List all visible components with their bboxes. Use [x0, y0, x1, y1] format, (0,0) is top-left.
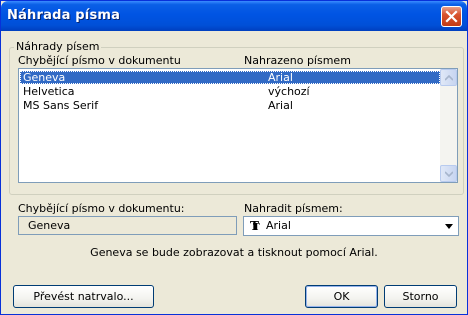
dropdown-button[interactable]	[441, 218, 457, 234]
missing-font-label: Chybějící písmo v dokumentu:	[18, 202, 185, 215]
ok-button[interactable]: OK	[305, 285, 378, 308]
list-item[interactable]: MS Sans Serif Arial	[20, 99, 440, 112]
close-button[interactable]	[441, 6, 462, 27]
font-substitution-dialog: Náhrada písma Náhrady písem Chybějící pí…	[0, 0, 468, 315]
status-text: Geneva se bude zobrazovat a tisknout pom…	[90, 246, 378, 259]
chevron-up-icon	[445, 75, 453, 81]
close-icon	[445, 10, 458, 23]
substitution-list[interactable]: Geneva Arial Helvetica výchozí MS Sans S…	[18, 68, 458, 183]
replace-font-label: Nahradit písmem:	[244, 202, 343, 215]
replacement-font-select[interactable]: T T Arial	[243, 216, 459, 236]
scroll-down-button[interactable]	[440, 165, 457, 182]
missing-font: MS Sans Serif	[23, 99, 99, 112]
missing-font: Geneva	[23, 71, 66, 84]
list-item[interactable]: Geneva Arial	[20, 71, 440, 84]
vertical-scrollbar[interactable]	[440, 69, 457, 182]
chevron-down-icon	[445, 171, 453, 177]
ok-button-label: OK	[333, 290, 350, 303]
replacement-font: výchozí	[268, 85, 310, 98]
missing-font-field: Geneva	[18, 216, 237, 235]
list-item[interactable]: Helvetica výchozí	[20, 85, 440, 98]
column-header-replacement: Nahrazeno písmem	[244, 54, 351, 67]
convert-button-label: Převést natrvalo...	[33, 290, 134, 303]
cancel-button-label: Storno	[402, 290, 439, 303]
convert-permanently-button[interactable]: Převést natrvalo...	[13, 285, 154, 308]
cancel-button[interactable]: Storno	[384, 285, 457, 308]
dialog-title: Náhrada písma	[7, 8, 121, 23]
title-bar[interactable]: Náhrada písma	[1, 1, 467, 31]
dropdown-arrow-icon	[445, 224, 453, 229]
replacement-font: Arial	[268, 71, 293, 84]
column-header-missing: Chybějící písmo v dokumentu	[18, 54, 181, 67]
replacement-font: Arial	[268, 99, 293, 112]
missing-font: Helvetica	[23, 85, 75, 98]
scroll-up-button[interactable]	[440, 69, 457, 86]
truetype-icon-shadow: T	[253, 223, 260, 233]
group-label: Náhrady písem	[14, 40, 102, 53]
replacement-font-value: Arial	[266, 219, 291, 232]
